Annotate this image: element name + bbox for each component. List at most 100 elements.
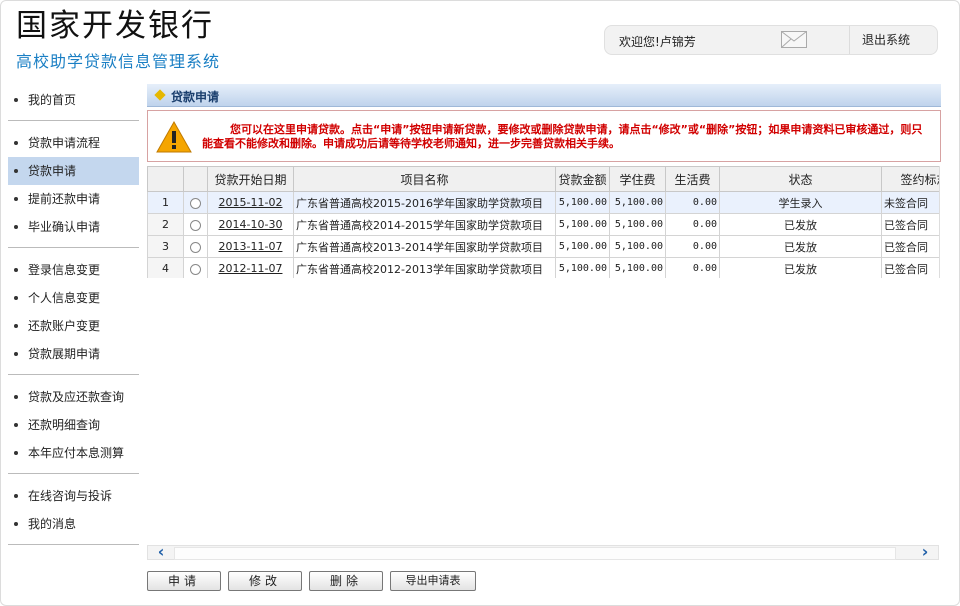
sidebar-item[interactable]: 贷款申请流程 (8, 129, 139, 157)
row-living: 0.00 (665, 257, 720, 278)
col-index (147, 166, 184, 192)
sidebar-item[interactable]: 登录信息变更 (8, 256, 139, 284)
row-date-link[interactable]: 2014-10-30 (219, 218, 283, 231)
row-tuition: 5,100.00 (609, 257, 666, 278)
row-living: 0.00 (665, 235, 720, 258)
modify-button[interactable]: 修改 (228, 571, 302, 591)
diamond-icon (154, 89, 166, 101)
bank-logo-title: 国家开发银行 (16, 8, 214, 44)
row-status: 已发放 (719, 235, 882, 258)
welcome-text: 欢迎您!卢锦芳 (619, 35, 696, 49)
row-status: 学生录入 (719, 191, 882, 214)
sidebar-group: 贷款及应还款查询 还款明细查询 本年应付本息测算 (8, 381, 139, 474)
logout-button[interactable]: 退出系统 (849, 26, 937, 54)
table-header-row: 贷款开始日期 项目名称 贷款金额 学住费 生活费 状态 签约标志 (147, 166, 939, 192)
apply-button[interactable]: 申请 (147, 571, 221, 591)
col-living[interactable]: 生活费 (665, 166, 720, 192)
row-living: 0.00 (665, 191, 720, 214)
table-row[interactable]: 2 2014-10-30 广东省普通高校2014-2015学年国家助学贷款项目 5,1… (147, 213, 939, 236)
row-select-radio[interactable] (183, 213, 208, 236)
panel-title: 贷款申请 (171, 90, 220, 104)
loan-table-wrapper: 贷款开始日期 项目名称 贷款金额 学住费 生活费 状态 签约标志 1 2015-1… (147, 166, 940, 278)
row-project: 广东省普通高校2015-2016学年国家助学贷款项目 (293, 191, 556, 214)
table-row[interactable]: 1 2015-11-02 广东省普通高校2015-2016学年国家助学贷款项目 5,1… (147, 191, 939, 214)
sidebar-group: 登录信息变更 个人信息变更 还款账户变更 贷款展期申请 (8, 254, 139, 375)
row-select-radio[interactable] (183, 257, 208, 278)
sidebar-item[interactable]: 还款账户变更 (8, 312, 139, 340)
row-amount: 5,100.00 (555, 257, 610, 278)
row-status: 已发放 (719, 213, 882, 236)
sidebar-group: 我的首页 (8, 84, 139, 121)
col-start-date[interactable]: 贷款开始日期 (207, 166, 294, 192)
col-select (183, 166, 208, 192)
scroll-right-button[interactable]: › (912, 544, 938, 560)
sidebar-item[interactable]: 我的首页 (8, 86, 139, 114)
horizontal-scrollbar[interactable]: ‹ › (147, 544, 939, 560)
row-select-radio[interactable] (183, 191, 208, 214)
row-project: 广东省普通高校2014-2015学年国家助学贷款项目 (293, 213, 556, 236)
table-row[interactable]: 4 2012-11-07 广东省普通高校2012-2013学年国家助学贷款项目 5,1… (147, 257, 939, 278)
row-project: 广东省普通高校2012-2013学年国家助学贷款项目 (293, 257, 556, 278)
row-date-link[interactable]: 2012-11-07 (219, 262, 283, 275)
sidebar-item[interactable]: 毕业确认申请 (8, 213, 139, 241)
sidebar-group: 在线咨询与投诉 我的消息 (8, 480, 139, 545)
row-living: 0.00 (665, 213, 720, 236)
row-project: 广东省普通高校2013-2014学年国家助学贷款项目 (293, 235, 556, 258)
sidebar-item[interactable]: 我的消息 (8, 510, 139, 538)
row-start-date[interactable]: 2012-11-07 (207, 257, 294, 278)
row-tuition: 5,100.00 (609, 235, 666, 258)
sidebar-item[interactable]: 还款明细查询 (8, 411, 139, 439)
sidebar-item[interactable]: 贷款申请 (8, 157, 139, 185)
export-button[interactable]: 导出申请表 (390, 571, 476, 591)
sidebar-item[interactable]: 本年应付本息测算 (8, 439, 139, 467)
table-row[interactable]: 3 2013-11-07 广东省普通高校2013-2014学年国家助学贷款项目 5,1… (147, 235, 939, 258)
col-amount[interactable]: 贷款金额 (555, 166, 610, 192)
notice-text: 您可以在这里申请贷款。点击“申请”按钮申请新贷款，要修改或删除贷款申请，请点击“… (202, 123, 923, 150)
sidebar-item[interactable]: 个人信息变更 (8, 284, 139, 312)
scroll-thumb[interactable] (174, 547, 896, 560)
col-tuition[interactable]: 学住费 (609, 166, 666, 192)
row-sign: 已签合同 (881, 257, 939, 278)
row-start-date[interactable]: 2015-11-02 (207, 191, 294, 214)
row-index: 1 (147, 191, 184, 214)
sidebar-group: 贷款申请流程 贷款申请 提前还款申请 毕业确认申请 (8, 127, 139, 248)
panel-header: 贷款申请 (147, 84, 941, 107)
radio-icon[interactable] (190, 197, 201, 209)
row-index: 4 (147, 257, 184, 278)
row-amount: 5,100.00 (555, 191, 610, 214)
radio-icon[interactable] (190, 263, 201, 275)
sidebar-item[interactable]: 贷款展期申请 (8, 340, 139, 368)
sidebar-nav: 我的首页 贷款申请流程 贷款申请 提前还款申请 毕业确认申请 登录信息变更 个人信息变更 还款… (8, 84, 139, 551)
user-bar: 欢迎您!卢锦芳 退出系统 (604, 25, 938, 55)
delete-button[interactable]: 删除 (309, 571, 383, 591)
row-start-date[interactable]: 2014-10-30 (207, 213, 294, 236)
scroll-left-button[interactable]: ‹ (148, 544, 174, 560)
row-amount: 5,100.00 (555, 213, 610, 236)
mail-icon[interactable] (781, 31, 807, 48)
col-sign[interactable]: 签约标志 (881, 166, 939, 192)
row-tuition: 5,100.00 (609, 213, 666, 236)
sidebar-item[interactable]: 在线咨询与投诉 (8, 482, 139, 510)
col-project[interactable]: 项目名称 (293, 166, 556, 192)
row-start-date[interactable]: 2013-11-07 (207, 235, 294, 258)
col-status[interactable]: 状态 (719, 166, 882, 192)
row-index: 2 (147, 213, 184, 236)
row-date-link[interactable]: 2013-11-07 (219, 240, 283, 253)
system-subtitle: 高校助学贷款信息管理系统 (16, 52, 221, 71)
row-status: 已发放 (719, 257, 882, 278)
warning-icon (156, 121, 192, 153)
row-sign: 未签合同 (881, 191, 939, 214)
radio-icon[interactable] (190, 219, 201, 231)
row-select-radio[interactable] (183, 235, 208, 258)
radio-icon[interactable] (190, 241, 201, 253)
loan-table: 贷款开始日期 项目名称 贷款金额 学住费 生活费 状态 签约标志 1 2015-1… (147, 166, 939, 278)
notice-box: 您可以在这里申请贷款。点击“申请”按钮申请新贷款，要修改或删除贷款申请，请点击“… (147, 110, 941, 162)
row-index: 3 (147, 235, 184, 258)
row-amount: 5,100.00 (555, 235, 610, 258)
row-sign: 已签合同 (881, 235, 939, 258)
row-date-link[interactable]: 2015-11-02 (219, 196, 283, 209)
sidebar-item[interactable]: 贷款及应还款查询 (8, 383, 139, 411)
sidebar-item[interactable]: 提前还款申请 (8, 185, 139, 213)
row-sign: 已签合同 (881, 213, 939, 236)
row-tuition: 5,100.00 (609, 191, 666, 214)
